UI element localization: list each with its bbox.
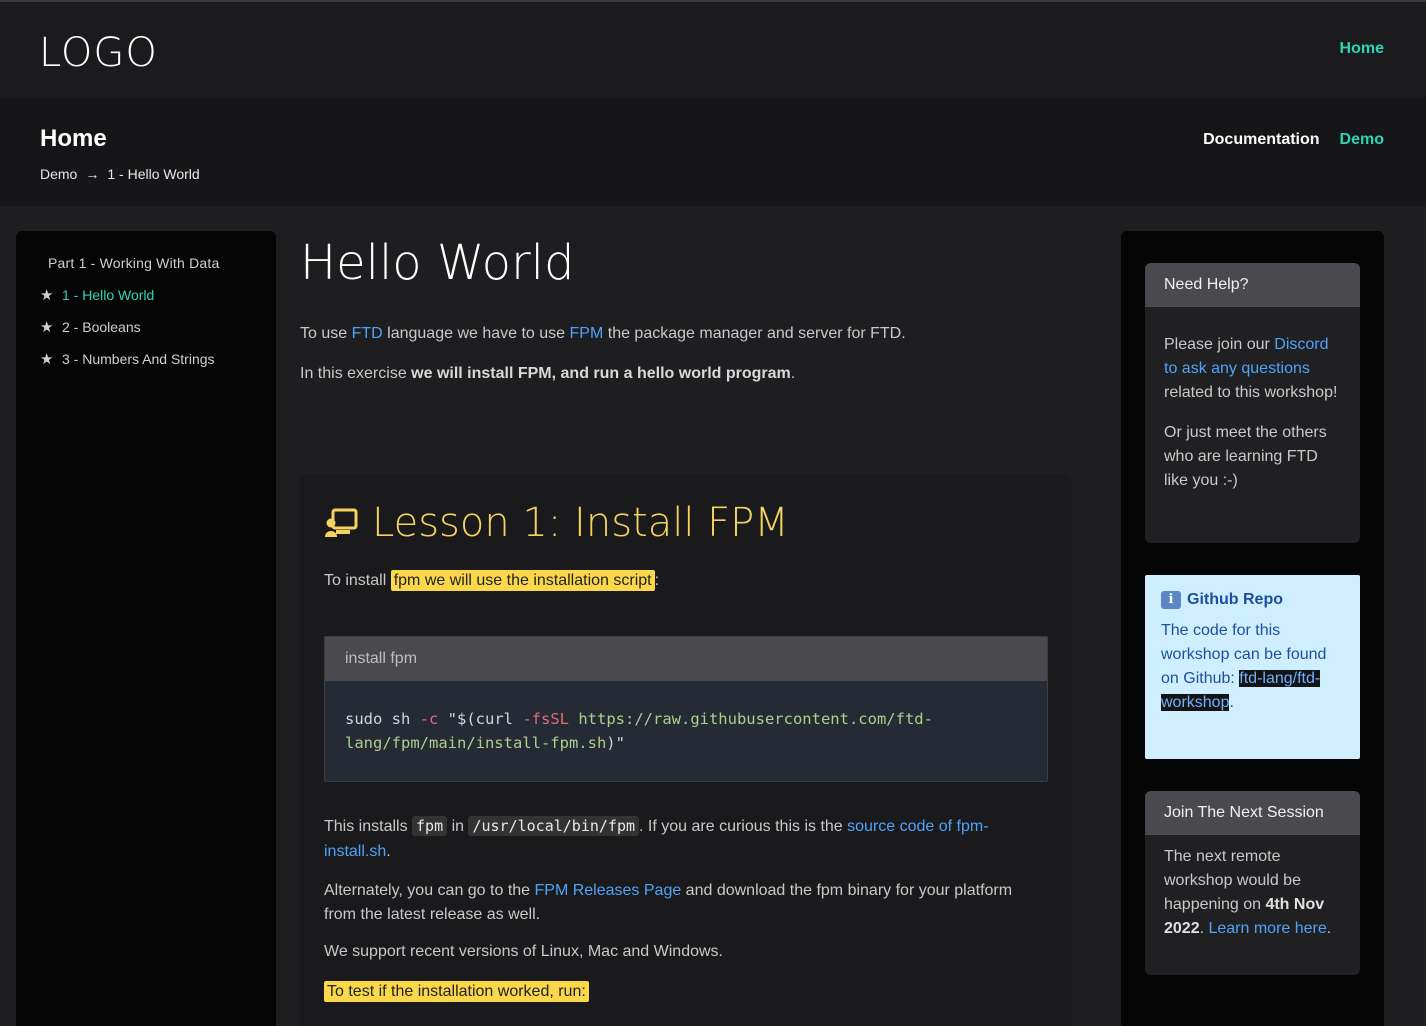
text: This installs (324, 818, 413, 835)
code-caption: install fpm (325, 637, 1047, 681)
text: related to this workshop! (1164, 384, 1338, 401)
text: the package manager and server for FTD. (603, 325, 906, 342)
sidebar-item-label: 2 - Booleans (62, 319, 141, 335)
sidebar: Part 1 - Working With Data ★ 1 - Hello W… (16, 231, 276, 1026)
sidebar-part-heading[interactable]: Part 1 - Working With Data (48, 255, 219, 271)
github-card-body: The code for this workshop can be found … (1161, 619, 1344, 715)
sidebar-item-hello-world[interactable]: ★ 1 - Hello World (40, 286, 154, 304)
github-card-title: i Github Repo (1161, 591, 1344, 609)
session-card-body: The next remote workshop would be happen… (1145, 835, 1360, 959)
star-icon: ★ (40, 351, 54, 368)
nav-demo-link[interactable]: Demo (1340, 131, 1384, 149)
sub-nav: Documentation Demo (1203, 131, 1384, 149)
code-token: -fsSL (522, 710, 569, 728)
highlight-text: fpm we will use the installation script (390, 570, 655, 591)
github-card: i Github Repo The code for this workshop… (1145, 575, 1360, 759)
sub-header: Home Demo → 1 - Hello World Documentatio… (0, 98, 1426, 206)
code-token: lang/fpm/main/install-fpm.sh (345, 734, 607, 752)
lesson-title: Lesson 1: Install FPM (324, 500, 789, 546)
alternate-paragraph: Alternately, you can go to the FPM Relea… (324, 879, 1048, 927)
code-content[interactable]: sudo sh -c "$(curl -fsSL https://raw.git… (325, 681, 1047, 781)
code-token: "$(curl (438, 710, 523, 728)
support-paragraph: We support recent versions of Linux, Mac… (324, 943, 723, 960)
page-title: Home (40, 125, 107, 152)
text: In this exercise (300, 365, 412, 382)
breadcrumb-item-demo[interactable]: Demo (40, 166, 77, 182)
sidebar-item-booleans[interactable]: ★ 2 - Booleans (40, 318, 141, 336)
breadcrumb-item-current[interactable]: 1 - Hello World (107, 166, 199, 182)
help-card: Need Help? Please join our Discord to as… (1145, 263, 1360, 543)
help-card-title: Need Help? (1145, 263, 1360, 307)
exercise-paragraph: In this exercise we will install FPM, an… (300, 365, 795, 383)
code-token: https://raw.githubusercontent.com/ftd- (569, 710, 933, 728)
fpm-releases-link[interactable]: FPM Releases Page (535, 882, 682, 899)
text: in (447, 818, 469, 835)
text: . If you are curious this is the (639, 818, 848, 835)
text: To use (300, 325, 352, 342)
lesson-title-text: Lesson 1: Install FPM (372, 500, 789, 546)
code-token: )" (606, 734, 625, 752)
bold-text: we will install FPM, and run a hello wor… (411, 365, 791, 382)
text: To install (324, 572, 391, 589)
fpm-link[interactable]: FPM (570, 325, 604, 342)
info-icon: i (1161, 591, 1181, 609)
text: . (386, 843, 391, 860)
text: language we have to use (382, 325, 570, 342)
test-paragraph: To test if the installation worked, run: (324, 981, 589, 1002)
text: Please join our (1164, 336, 1275, 353)
nav-documentation-link[interactable]: Documentation (1203, 131, 1319, 149)
main-content: Hello World To use FTD language we have … (300, 231, 1072, 1026)
inline-code: /usr/local/bin/fpm (468, 816, 640, 836)
breadcrumb: Demo → 1 - Hello World (40, 166, 200, 182)
lesson-card: Lesson 1: Install FPM To install fpm we … (300, 474, 1072, 1026)
github-card-title-text: Github Repo (1187, 591, 1283, 608)
content-title: Hello World (300, 235, 575, 291)
text: . (1326, 920, 1332, 937)
highlight-text: To test if the installation worked, run: (324, 981, 589, 1002)
text: . (1229, 694, 1234, 711)
right-sidebar: Need Help? Please join our Discord to as… (1121, 231, 1384, 1026)
help-card-body: Please join our Discord to ask any quest… (1145, 307, 1360, 511)
session-card: Join The Next Session The next remote wo… (1145, 791, 1360, 975)
teacher-icon (325, 508, 358, 537)
install-intro: To install fpm we will use the installat… (324, 570, 660, 591)
arrow-right-icon: → (85, 166, 100, 182)
nav-home-link[interactable]: Home (1340, 40, 1384, 58)
text: Alternately, you can go to the (324, 882, 535, 899)
star-icon: ★ (40, 319, 54, 336)
logo[interactable]: LOGO (39, 30, 158, 76)
text: : (654, 572, 660, 589)
sidebar-item-numbers-and-strings[interactable]: ★ 3 - Numbers And Strings (40, 350, 215, 368)
code-token: sudo sh (345, 710, 420, 728)
session-card-title: Join The Next Session (1145, 791, 1360, 835)
ftd-link[interactable]: FTD (352, 325, 383, 342)
intro-paragraph: To use FTD language we have to use FPM t… (300, 325, 906, 343)
learn-more-link[interactable]: Learn more here (1208, 920, 1326, 937)
sidebar-item-label: 3 - Numbers And Strings (62, 351, 215, 367)
top-bar: LOGO Home (0, 0, 1426, 98)
sidebar-item-label: 1 - Hello World (62, 287, 155, 303)
text: . (790, 365, 796, 382)
code-token: -c (419, 710, 439, 728)
inline-code: fpm (412, 816, 448, 836)
help-card-note: Or just meet the others who are learning… (1164, 424, 1327, 489)
installs-paragraph: This installs fpm in /usr/local/bin/fpm.… (324, 814, 1048, 864)
star-icon: ★ (40, 287, 54, 304)
code-block: install fpm sudo sh -c "$(curl -fsSL htt… (324, 636, 1048, 782)
